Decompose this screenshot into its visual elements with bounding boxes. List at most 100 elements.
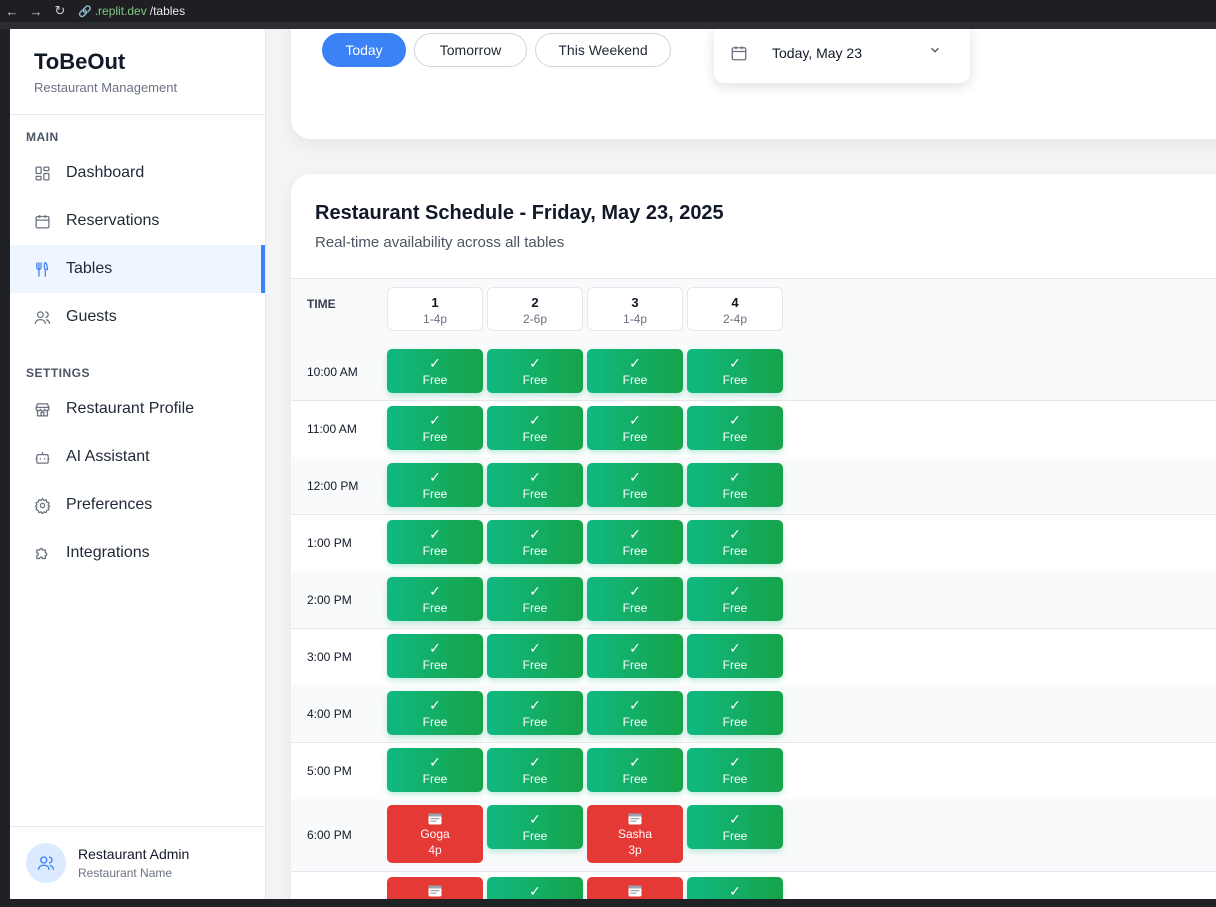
tomorrow-button[interactable]: Tomorrow	[414, 33, 527, 67]
free-slot[interactable]: ✓Free	[387, 406, 483, 450]
date-picker[interactable]: Today, May 23	[714, 29, 970, 83]
booked-slot[interactable]	[587, 877, 683, 899]
free-slot[interactable]: ✓Free	[387, 463, 483, 507]
free-slot[interactable]: ✓Free	[687, 691, 783, 735]
sidebar-item-tables[interactable]: Tables	[10, 245, 265, 293]
free-slot[interactable]: ✓Free	[587, 748, 683, 792]
free-slot[interactable]: ✓Free	[387, 349, 483, 393]
this-weekend-button[interactable]: This Weekend	[535, 33, 671, 67]
sidebar-item-dashboard[interactable]: Dashboard	[10, 149, 265, 197]
free-slot[interactable]: ✓Free	[387, 634, 483, 678]
free-slot[interactable]: ✓Free	[487, 691, 583, 735]
free-slot[interactable]: ✓Free	[687, 577, 783, 621]
free-slot[interactable]: ✓Free	[487, 634, 583, 678]
free-slot[interactable]: ✓Free	[487, 577, 583, 621]
free-slot[interactable]: ✓Free	[687, 520, 783, 564]
booked-slot[interactable]: Sasha 3p	[587, 805, 683, 863]
user-name: Restaurant Admin	[78, 846, 190, 862]
forward-arrow-icon[interactable]: →	[24, 4, 48, 19]
free-slot[interactable]: ✓Free	[487, 406, 583, 450]
sidebar-item-integrations[interactable]: Integrations	[10, 529, 265, 577]
table-header-4[interactable]: 4 2-4p	[687, 287, 783, 331]
check-icon: ✓	[529, 697, 541, 713]
schedule-row: 4:00 PM ✓ Free ✓ Free ✓ Free ✓ Free	[291, 685, 1216, 743]
back-arrow-icon[interactable]: ←	[0, 4, 24, 19]
date-filter-card: Today Tomorrow This Weekend Today, May 2…	[291, 29, 1216, 139]
party-size: 4p	[428, 843, 442, 857]
free-slot[interactable]: ✓Free	[587, 691, 683, 735]
free-label: Free	[722, 658, 748, 672]
check-icon: ✓	[729, 883, 741, 899]
free-slot[interactable]: ✓Free	[487, 805, 583, 849]
check-icon: ✓	[429, 754, 441, 770]
free-slot[interactable]: ✓Free	[387, 520, 483, 564]
avatar	[26, 843, 66, 883]
free-slot[interactable]: ✓Free	[687, 748, 783, 792]
free-label: Free	[522, 772, 548, 786]
check-icon: ✓	[429, 469, 441, 485]
free-label: Free	[522, 487, 548, 501]
free-slot[interactable]: ✓Free	[587, 520, 683, 564]
free-slot[interactable]: ✓Free	[487, 520, 583, 564]
table-number: 2	[531, 295, 539, 310]
check-icon: ✓	[729, 811, 741, 827]
free-slot[interactable]: ✓ Free	[687, 805, 783, 849]
sidebar-item-preferences[interactable]: Preferences	[10, 481, 265, 529]
free-slot[interactable]: ✓Free	[687, 349, 783, 393]
free-label: Free	[422, 772, 448, 786]
check-icon: ✓	[629, 412, 641, 428]
schedule-row: 12:00 PM ✓ Free ✓ Free ✓ Free ✓ Free	[291, 457, 1216, 515]
table-capacity: 2-4p	[722, 312, 748, 326]
check-icon: ✓	[529, 469, 541, 485]
address-bar[interactable]: 🔗 .replit.dev/tables	[78, 4, 185, 18]
reload-icon[interactable]: ↻	[48, 3, 72, 19]
free-slot[interactable]: ✓ Free	[487, 463, 583, 507]
user-profile[interactable]: Restaurant Admin Restaurant Name	[10, 826, 265, 899]
sidebar-item-reservations[interactable]: Reservations	[10, 197, 265, 245]
check-icon: ✓	[629, 640, 641, 656]
free-slot[interactable]: ✓Free	[487, 349, 583, 393]
sidebar-item-label: Tables	[66, 260, 113, 277]
url-domain: .replit.dev	[94, 4, 147, 18]
table-header-1[interactable]: 1 1-4p	[387, 287, 483, 331]
sidebar-item-guests[interactable]: Guests	[10, 293, 265, 341]
check-icon: ✓	[429, 526, 441, 542]
free-label: Free	[622, 544, 648, 558]
schedule-row: ✓Free ✓Free	[291, 871, 1216, 899]
free-label: Free	[622, 373, 648, 387]
free-slot[interactable]: ✓Free	[587, 349, 683, 393]
free-slot[interactable]: ✓Free	[687, 463, 783, 507]
booked-slot[interactable]	[387, 877, 483, 899]
free-slot[interactable]: ✓ Free	[387, 748, 483, 792]
schedule-row: 3:00 PM ✓ Free ✓ Free ✓ Free ✓ Free	[291, 628, 1216, 686]
free-slot[interactable]: ✓Free	[487, 877, 583, 899]
free-slot[interactable]: ✓Free	[587, 406, 683, 450]
free-label: Free	[622, 772, 648, 786]
free-slot[interactable]: ✓Free	[387, 691, 483, 735]
calendar-icon	[34, 213, 51, 230]
today-button[interactable]: Today	[322, 33, 406, 67]
free-slot[interactable]: ✓Free	[387, 577, 483, 621]
free-label: Free	[722, 829, 748, 843]
sidebar-item-restaurant-profile[interactable]: Restaurant Profile	[10, 385, 265, 433]
sidebar-item-ai-assistant[interactable]: AI Assistant	[10, 433, 265, 481]
table-header-2[interactable]: 2 2-6p	[487, 287, 583, 331]
free-slot[interactable]: ✓Free	[587, 463, 683, 507]
row-time: 12:00 PM	[307, 479, 359, 493]
check-icon: ✓	[629, 697, 641, 713]
calendar-icon	[730, 44, 748, 62]
table-capacity: 1-4p	[622, 312, 648, 326]
schedule-row: 11:00 AM ✓ Free ✓ Free ✓ Free ✓ Free	[291, 400, 1216, 458]
row-time: 10:00 AM	[307, 365, 358, 379]
free-slot[interactable]: ✓Free	[587, 634, 683, 678]
grid-icon	[34, 165, 51, 182]
free-slot[interactable]: ✓Free	[687, 406, 783, 450]
free-slot[interactable]: ✓Free	[687, 634, 783, 678]
guest-name: Goga	[420, 827, 450, 841]
row-time: 6:00 PM	[307, 828, 352, 842]
free-slot[interactable]: ✓Free	[587, 577, 683, 621]
free-slot[interactable]: ✓Free	[687, 877, 783, 899]
booked-slot[interactable]: Goga 4p	[387, 805, 483, 863]
free-slot[interactable]: ✓Free	[487, 748, 583, 792]
table-header-3[interactable]: 3 1-4p	[587, 287, 683, 331]
